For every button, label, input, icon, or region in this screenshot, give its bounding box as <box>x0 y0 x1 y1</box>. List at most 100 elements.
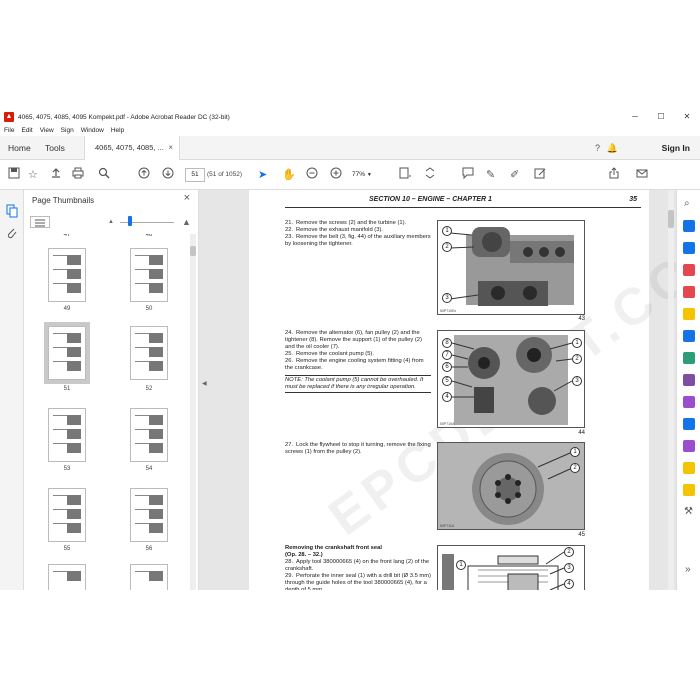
tab-document[interactable]: 4065, 4075, 4085, ... × <box>84 136 180 160</box>
send-for-signature-icon[interactable] <box>683 440 695 452</box>
figure-seal-tool: 1 2 3 4 <box>437 545 585 590</box>
thumbnail-page[interactable] <box>130 564 168 590</box>
panel-title: Page Thumbnails <box>32 196 95 205</box>
document-viewer[interactable]: ◀ ▶ EPCDEPOT.COM SECTION 10 – ENGINE – C… <box>199 190 676 590</box>
email-icon[interactable] <box>636 167 648 183</box>
figure-callout: 2 <box>570 463 580 473</box>
large-mountain-icon[interactable]: ▲ <box>182 217 191 227</box>
prepare-form-icon[interactable] <box>683 484 695 496</box>
minimize-button[interactable]: ─ <box>622 110 648 124</box>
thumbnail-page[interactable] <box>48 564 86 590</box>
section-header: SECTION 10 – ENGINE – CHAPTER 1 35 <box>285 196 641 208</box>
fill-sign-tool-icon[interactable] <box>683 396 695 408</box>
thumbnail-page-selected[interactable] <box>44 322 90 384</box>
draw-signature-icon[interactable]: ✐ <box>510 167 519 183</box>
previous-page-icon[interactable] <box>138 167 150 183</box>
create-pdf-red-icon[interactable] <box>683 286 695 298</box>
menu-file[interactable]: File <box>4 127 14 134</box>
figure-callout: 7 <box>442 350 452 360</box>
tab-home[interactable]: Home <box>8 136 31 160</box>
maximize-button[interactable]: ☐ <box>648 110 674 124</box>
tab-tools[interactable]: Tools <box>45 136 65 160</box>
close-panel-icon[interactable]: × <box>184 192 190 204</box>
thumbnail-page[interactable] <box>130 326 168 380</box>
more-tools-icon[interactable]: ⚒ <box>684 506 693 517</box>
figure-callout: 3 <box>564 563 574 573</box>
search-icon[interactable] <box>98 167 110 183</box>
bookmark-star-icon[interactable]: ☆ <box>28 167 38 183</box>
page-number: 35 <box>629 196 637 203</box>
thumbnail-page[interactable] <box>130 248 168 302</box>
toolbar: ☆ 51 (51 of 1052) ➤ ✋ 77% ▼ ✎ ✐ <box>0 160 700 190</box>
zoom-level-dropdown[interactable]: 77% ▼ <box>352 168 380 182</box>
steps-block-c: 27. Lock the flywheel to stop it turning,… <box>285 442 431 455</box>
slider-handle[interactable] <box>128 216 132 226</box>
collapse-tools-icon[interactable]: » <box>685 564 691 575</box>
close-tab-icon[interactable]: × <box>168 136 173 160</box>
scroll-mode-icon[interactable] <box>424 167 436 183</box>
thumbnail-page[interactable] <box>48 248 86 302</box>
left-nav-strip <box>0 190 24 590</box>
thumbnail-scroll-thumb[interactable] <box>190 246 196 256</box>
print-icon[interactable] <box>72 167 84 183</box>
menu-view[interactable]: View <box>40 127 54 134</box>
select-cursor-icon[interactable]: ➤ <box>258 167 267 183</box>
thumbnail-label: 53 <box>63 466 71 472</box>
highlight-pen-icon[interactable]: ✎ <box>486 167 495 183</box>
thumbnail-options-icon[interactable] <box>30 216 50 228</box>
comment-tool-icon[interactable] <box>683 308 695 320</box>
fill-sign-icon[interactable] <box>534 167 546 183</box>
hand-tool-icon[interactable]: ✋ <box>282 167 296 183</box>
share-icon[interactable] <box>608 167 620 183</box>
attachments-icon[interactable] <box>6 226 18 245</box>
scan-ocr-icon[interactable] <box>683 462 695 474</box>
figure-code: 50P710A <box>440 422 455 426</box>
thumbnail-page[interactable] <box>48 488 86 542</box>
zoom-level-value: 77% <box>352 171 366 178</box>
figure-callout: 1 <box>456 560 466 570</box>
thumbnail-page[interactable] <box>130 488 168 542</box>
comment-icon[interactable] <box>462 167 474 183</box>
menu-help[interactable]: Help <box>111 127 124 134</box>
page-thumbnails-icon[interactable] <box>6 204 18 223</box>
page-fit-icon[interactable] <box>398 167 412 183</box>
steps-block-a: 21. Remove the screws (2) and the turbine… <box>285 220 431 247</box>
document-scrollbar[interactable] <box>668 190 674 590</box>
organize-pages-icon[interactable] <box>683 352 695 364</box>
sign-in-button[interactable]: Sign In <box>662 136 690 160</box>
next-page-icon[interactable] <box>162 167 174 183</box>
thumbnail-label: 48 <box>145 234 153 238</box>
edit-pdf-icon[interactable] <box>683 264 695 276</box>
figure-callout: 1 <box>442 226 452 236</box>
chevron-down-icon: ▼ <box>366 172 372 178</box>
save-icon[interactable] <box>8 167 20 183</box>
close-window-button[interactable]: ✕ <box>674 110 700 124</box>
export-pdf-icon[interactable] <box>683 220 695 232</box>
create-pdf-icon[interactable] <box>683 242 695 254</box>
notifications-icon[interactable]: 🔔 <box>607 136 618 160</box>
menu-sign[interactable]: Sign <box>61 127 74 134</box>
help-icon[interactable]: ? <box>595 136 600 160</box>
upload-icon[interactable] <box>50 167 62 183</box>
figure-callout: 8 <box>442 338 452 348</box>
figure-callout: 6 <box>442 362 452 372</box>
figure-callout: 1 <box>572 338 582 348</box>
zoom-out-icon[interactable] <box>306 167 318 183</box>
protect-icon[interactable] <box>683 418 695 430</box>
page-number-input[interactable]: 51 <box>185 168 205 182</box>
section-title: SECTION 10 – ENGINE – CHAPTER 1 <box>369 196 492 203</box>
thumbnail-scrollbar[interactable] <box>190 234 196 590</box>
figure-callout: 2 <box>442 242 452 252</box>
thumbnail-page[interactable] <box>130 408 168 462</box>
document-scroll-thumb[interactable] <box>668 210 674 228</box>
search-icon[interactable]: ⌕ <box>684 198 690 209</box>
collapse-left-icon[interactable]: ◀ <box>202 380 207 387</box>
thumbnail-page[interactable] <box>48 408 86 462</box>
redact-icon[interactable] <box>683 374 695 386</box>
zoom-in-icon[interactable] <box>330 167 342 183</box>
small-mountain-icon[interactable]: ▲ <box>108 219 114 225</box>
window-title: 4065, 4075, 4085, 4095 Kompekt.pdf - Ado… <box>18 113 230 121</box>
menu-edit[interactable]: Edit <box>21 127 32 134</box>
combine-files-icon[interactable] <box>683 330 695 342</box>
menu-window[interactable]: Window <box>81 127 104 134</box>
